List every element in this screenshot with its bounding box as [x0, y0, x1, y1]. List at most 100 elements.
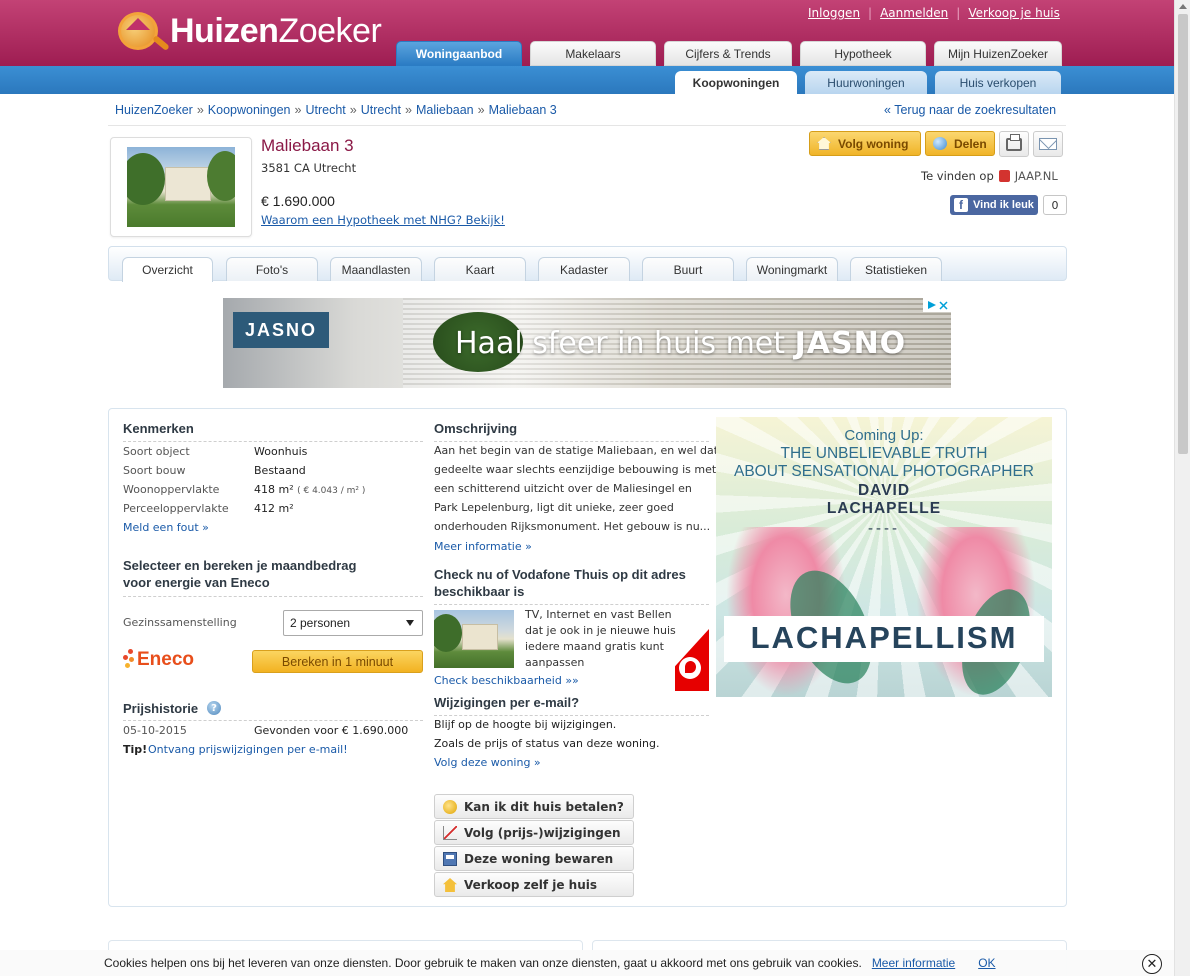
coins-icon	[443, 800, 457, 814]
breadcrumb-item[interactable]: Maliebaan 3	[489, 103, 557, 117]
scroll-up-icon[interactable]	[1179, 4, 1187, 9]
sell-house-link[interactable]: Verkoop je huis	[968, 6, 1060, 20]
ad-dash: ----	[868, 520, 900, 537]
tab-maandlasten[interactable]: Maandlasten	[330, 257, 422, 281]
facebook-icon: f	[954, 198, 968, 212]
household-select[interactable]: 2 personen	[283, 610, 423, 636]
jaap-link[interactable]: JAAP.NL	[1015, 169, 1058, 183]
price-history-event: Gevonden voor € 1.690.000	[254, 724, 409, 737]
follow-changes-button[interactable]: Volg (prijs-)wijzigingen	[434, 820, 634, 845]
kv-value: Bestaand	[254, 464, 306, 477]
calculate-energy-button[interactable]: Bereken in 1 minuut	[252, 650, 423, 673]
property-address: 3581 CA Utrecht	[261, 161, 357, 175]
tab-cijfers-trends[interactable]: Cijfers & Trends	[664, 41, 792, 66]
email-button[interactable]	[1033, 131, 1063, 157]
price-history-date: 05-10-2015	[123, 724, 187, 737]
tab-woningmarkt[interactable]: Woningmarkt	[746, 257, 838, 281]
kv-label: Soort bouw	[123, 464, 186, 477]
login-link[interactable]: Inloggen	[808, 6, 860, 20]
household-select-value: 2 personen	[290, 616, 351, 630]
found-on-label: Te vinden op	[921, 169, 994, 183]
ad-artist-name: DAVID LACHAPELLE	[826, 482, 942, 517]
property-thumbnail-frame[interactable]	[110, 137, 252, 237]
vodafone-title-line2: beschikbaar is	[434, 584, 525, 599]
kv-value: 418 m² ( € 4.043 / m² )	[254, 483, 366, 496]
breadcrumb-item[interactable]: Maliebaan	[416, 103, 474, 117]
report-error-link[interactable]: Meld een fout »	[123, 521, 209, 534]
jaap-icon	[998, 170, 1010, 182]
tab-kadaster[interactable]: Kadaster	[538, 257, 630, 281]
afford-house-button[interactable]: Kan ik dit huis betalen?	[434, 794, 634, 819]
sub-nav: Koopwoningen Huurwoningen Huis verkopen	[675, 71, 1061, 94]
property-price: € 1.690.000	[261, 193, 335, 209]
main-nav: Woningaanbod Makelaars Cijfers & Trends …	[396, 41, 1062, 66]
kv-value: 412 m²	[254, 502, 294, 515]
top-links: Inloggen | Aanmelden | Verkoop je huis	[808, 6, 1060, 20]
vodafone-text: TV, Internet en vast Bellen dat je ook i…	[525, 608, 676, 669]
breadcrumb-item[interactable]: Koopwoningen	[208, 103, 291, 117]
ad-title: LACHAPELLISM	[750, 620, 1018, 655]
tab-fotos[interactable]: Foto's	[226, 257, 318, 281]
share-button[interactable]: Delen	[925, 131, 995, 156]
tab-makelaars[interactable]: Makelaars	[530, 41, 656, 66]
property-photo[interactable]	[127, 147, 235, 227]
print-button[interactable]	[999, 131, 1029, 157]
site-logo[interactable]: HuizenZoeker	[112, 6, 382, 56]
tab-overzicht[interactable]: Overzicht	[122, 257, 213, 282]
tab-woningaanbod[interactable]: Woningaanbod	[396, 41, 522, 66]
subtab-koopwoningen[interactable]: Koopwoningen	[675, 71, 797, 94]
close-icon[interactable]: ✕	[1142, 954, 1162, 974]
eneco-logo: Eneco	[123, 647, 194, 673]
price-history-title: Prijshistorie	[123, 701, 199, 716]
breadcrumb: HuizenZoeker» Koopwoningen» Utrecht» Utrech…	[115, 103, 557, 117]
lachapelle-ad[interactable]: Coming Up: THE UNBELIEVABLE TRUTH ABOUT …	[716, 417, 1052, 697]
follow-label: Volg woning	[838, 136, 909, 151]
magnifier-house-icon	[112, 6, 170, 56]
breadcrumb-item[interactable]: Utrecht	[305, 103, 345, 117]
toplink-separator: |	[868, 6, 873, 20]
follow-property-link[interactable]: Volg deze woning »	[434, 756, 541, 769]
property-title: Maliebaan 3	[261, 136, 354, 155]
nhg-mortgage-link[interactable]: Waarom een Hypotheek met NHG? Bekijk!	[261, 213, 505, 227]
help-icon[interactable]: ?	[207, 701, 221, 715]
sell-house-button[interactable]: Verkoop zelf je huis	[434, 872, 634, 897]
price-alert-link[interactable]: Ontvang prijswijzigingen per e-mail!	[148, 743, 348, 756]
tab-statistieken[interactable]: Statistieken	[850, 257, 942, 281]
breadcrumb-item[interactable]: Utrecht	[361, 103, 401, 117]
tab-buurt[interactable]: Buurt	[642, 257, 734, 281]
eneco-dots-icon	[123, 647, 139, 673]
kv-label: Perceeloppervlakte	[123, 502, 229, 515]
breadcrumb-item[interactable]: HuizenZoeker	[115, 103, 193, 117]
globe-icon	[933, 137, 947, 150]
adchoices-icon[interactable]	[923, 298, 951, 312]
house-icon	[817, 137, 831, 150]
subtab-huis-verkopen[interactable]: Huis verkopen	[935, 71, 1061, 94]
envelope-icon	[1039, 138, 1057, 150]
tab-hypotheek[interactable]: Hypotheek	[800, 41, 926, 66]
fb-like-label: Vind ik leuk	[973, 199, 1034, 211]
subtab-huurwoningen[interactable]: Huurwoningen	[805, 71, 927, 94]
jasno-banner-ad[interactable]: JASNO Haal sfeer in huis met JASNO	[223, 298, 951, 388]
more-info-link[interactable]: Meer informatie »	[434, 540, 532, 553]
save-property-button[interactable]: Deze woning bewaren	[434, 846, 634, 871]
scroll-thumb[interactable]	[1178, 14, 1188, 454]
register-link[interactable]: Aanmelden	[880, 6, 948, 20]
description-text: Aan het begin van de statige Maliebaan, …	[434, 444, 719, 533]
facebook-like-button[interactable]: f Vind ik leuk	[950, 195, 1038, 215]
home-icon	[443, 878, 457, 892]
printer-icon	[1006, 133, 1022, 151]
kenmerken-title: Kenmerken	[123, 421, 194, 436]
tab-mijn-huizenzoeker[interactable]: Mijn HuizenZoeker	[934, 41, 1062, 66]
energy-title-line2: voor energie van Eneco	[123, 575, 270, 590]
tab-kaart[interactable]: Kaart	[434, 257, 526, 281]
follow-property-button[interactable]: Volg woning	[809, 131, 921, 156]
cookie-ok-link[interactable]: OK	[978, 956, 995, 970]
divider	[108, 125, 1066, 126]
cookie-more-info-link[interactable]: Meer informatie	[872, 956, 955, 970]
ad-coming-up: Coming Up:	[844, 427, 924, 444]
check-availability-link[interactable]: Check beschikbaarheid »»	[434, 674, 579, 687]
back-to-results-link[interactable]: « Terug naar de zoekresultaten	[884, 103, 1056, 117]
vertical-scrollbar[interactable]	[1174, 0, 1190, 976]
kv-label: Soort object	[123, 445, 190, 458]
kv-value: Woonhuis	[254, 445, 308, 458]
